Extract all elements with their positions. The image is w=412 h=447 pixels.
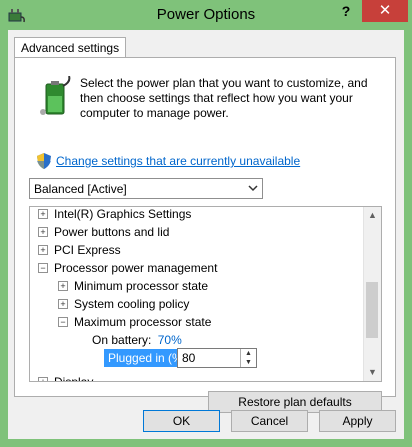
on-battery-label: On battery: — [92, 333, 152, 347]
stepper-up-icon[interactable]: ▲ — [241, 349, 256, 358]
close-button[interactable]: ✕ — [362, 0, 408, 22]
scroll-up-icon[interactable]: ▲ — [364, 207, 381, 224]
help-button[interactable]: ? — [332, 2, 360, 22]
cancel-button[interactable]: Cancel — [231, 410, 308, 432]
apply-button[interactable]: Apply — [319, 410, 396, 432]
settings-panel: Select the power plan that you want to c… — [14, 57, 396, 413]
title-bar[interactable]: Power Options ? ✕ — [0, 0, 412, 30]
power-options-window: Power Options ? ✕ Advanced settings Sele… — [0, 0, 412, 447]
change-settings-link[interactable]: Change settings that are currently unava… — [56, 154, 300, 168]
tab-advanced-settings[interactable]: Advanced settings — [14, 37, 127, 58]
plan-description: Select the power plan that you want to c… — [80, 76, 368, 120]
on-battery-value[interactable]: 70% — [158, 333, 182, 347]
chevron-down-icon — [248, 185, 258, 192]
collapse-icon[interactable]: − — [38, 263, 48, 273]
on-battery-setting[interactable]: On battery: 70% — [92, 331, 182, 349]
collapse-icon[interactable]: − — [58, 317, 68, 327]
power-plan-select[interactable]: Balanced [Active] — [29, 178, 263, 199]
stepper-down-icon[interactable]: ▼ — [241, 358, 256, 367]
ok-button[interactable]: OK — [143, 410, 220, 432]
stepper-arrows[interactable]: ▲ ▼ — [240, 349, 256, 367]
settings-tree[interactable]: + Intel(R) Graphics Settings + Power but… — [29, 206, 382, 382]
scroll-down-icon[interactable]: ▼ — [364, 364, 381, 381]
scroll-thumb[interactable] — [366, 282, 378, 338]
expand-icon[interactable]: + — [38, 377, 48, 381]
expand-icon[interactable]: + — [38, 209, 48, 219]
uac-shield-icon — [37, 153, 51, 169]
expand-icon[interactable]: + — [38, 245, 48, 255]
tree-scrollbar[interactable]: ▲ ▼ — [363, 207, 381, 381]
dialog-client: Advanced settings Select the power plan … — [8, 30, 404, 439]
expand-icon[interactable]: + — [38, 227, 48, 237]
plugged-in-input[interactable]: 80 — [182, 351, 195, 365]
power-plan-value: Balanced [Active] — [34, 182, 127, 196]
battery-icon — [40, 76, 71, 115]
expand-icon[interactable]: + — [58, 299, 68, 309]
plugged-in-stepper[interactable]: 80 ▲ ▼ — [177, 348, 257, 368]
expand-icon[interactable]: + — [58, 281, 68, 291]
